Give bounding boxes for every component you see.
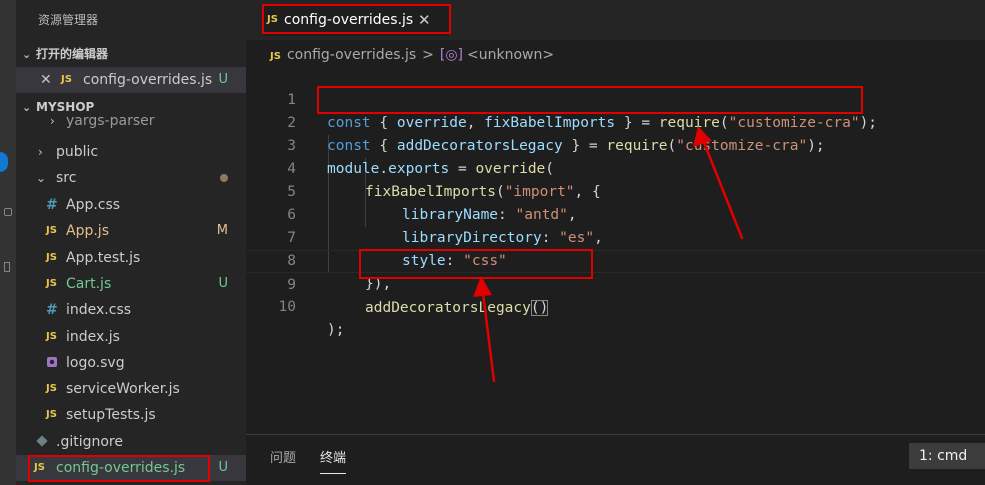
tab-terminal[interactable]: 终端	[320, 447, 347, 474]
js-file-icon: JS	[46, 278, 57, 289]
panel-icon[interactable]	[4, 262, 10, 272]
tree-item-setup-tests-js[interactable]: JS setupTests.js	[16, 402, 246, 428]
file-name: Cart.js	[66, 276, 112, 292]
file-name: logo.svg	[66, 355, 125, 371]
close-icon[interactable]: ✕	[40, 67, 52, 93]
status-badge: U	[218, 460, 228, 475]
file-name: serviceWorker.js	[66, 381, 180, 397]
status-badge: M	[216, 223, 228, 238]
file-name: App.js	[66, 223, 109, 239]
breadcrumb-symbol[interactable]: <unknown>	[467, 44, 554, 66]
file-name: App.test.js	[66, 250, 141, 266]
tree-item-app-js[interactable]: JS App.js M	[16, 218, 246, 244]
file-name: App.css	[66, 197, 121, 213]
tree-item-app-css[interactable]: # App.css	[16, 192, 246, 218]
breadcrumb-file[interactable]: config-overrides.js	[287, 44, 416, 66]
code-line: 3 module.exports = override(	[246, 112, 985, 177]
code-line: 4 fixBabelImports("import", {	[246, 135, 985, 200]
editor-area: JS config-overrides.js ✕ JS config-overri…	[246, 0, 985, 485]
tree-item-logo-svg[interactable]: logo.svg	[16, 350, 246, 376]
folder-name: src	[56, 170, 77, 186]
open-editor-config-overrides[interactable]: ✕ JS config-overrides.js U	[16, 67, 246, 93]
code-line: 7 style: "css"	[246, 204, 985, 269]
css-file-icon: #	[46, 302, 58, 318]
chevron-down-icon: ⌄	[36, 171, 47, 185]
bottom-panel: 问题 终端 1: cmd	[246, 434, 985, 485]
chevron-right-icon: ›	[38, 145, 43, 159]
tree-item-index-css[interactable]: # index.css	[16, 297, 246, 323]
terminal-select[interactable]: 1: cmd	[909, 443, 985, 469]
tree-item-app-test-js[interactable]: JS App.test.js	[16, 245, 246, 271]
line-number: 10	[278, 299, 296, 315]
line-text: );	[327, 322, 345, 338]
code-line: 5 libraryName: "antd",	[246, 158, 985, 223]
code-line: 6 libraryDirectory: "es",	[246, 181, 985, 246]
file-name: index.css	[66, 302, 132, 318]
annotation-box-import	[317, 86, 863, 114]
css-file-icon: #	[46, 197, 58, 213]
code-line: 10 );	[246, 273, 985, 338]
workspace-label: MYSHOP	[36, 100, 95, 114]
explorer-sidebar: 资源管理器 ⌄ 打开的编辑器 ✕ JS config-overrides.js U…	[16, 0, 246, 485]
status-badge: U	[218, 276, 228, 291]
tree-item-cart-js[interactable]: JS Cart.js U	[16, 271, 246, 297]
file-name: index.js	[66, 329, 120, 345]
breadcrumb: JS config-overrides.js > [◎] <unknown>	[270, 44, 554, 66]
file-name: config-overrides.js	[83, 72, 213, 88]
js-file-icon: JS	[61, 74, 72, 85]
tree-item-index-js[interactable]: JS index.js	[16, 324, 246, 350]
explorer-indicator[interactable]	[0, 152, 8, 172]
file-name: setupTests.js	[66, 407, 156, 423]
symbol-icon: [◎]	[439, 47, 464, 63]
js-file-icon: JS	[46, 383, 57, 394]
svg-file-icon	[46, 350, 58, 376]
annotation-box-call	[359, 249, 593, 279]
folder-name: yargs-parser	[66, 113, 155, 129]
status-badge: U	[218, 72, 228, 87]
tree-item-yargs-parser[interactable]: › yargs-parser	[16, 113, 246, 129]
code-line-current: 9 addDecoratorsLegacy()	[246, 250, 985, 316]
js-file-icon: JS	[270, 51, 281, 62]
annotation-box-tab	[262, 4, 451, 34]
chevron-down-icon: ⌄	[22, 48, 32, 61]
chevron-right-icon: ›	[50, 114, 55, 128]
tree-item-public[interactable]: › public	[16, 139, 246, 165]
activity-bar	[0, 0, 16, 485]
explorer-title: 资源管理器	[38, 13, 99, 27]
breadcrumb-separator: >	[422, 47, 434, 63]
open-editors-header[interactable]: ⌄ 打开的编辑器	[16, 43, 246, 65]
js-file-icon: JS	[46, 409, 57, 420]
code-line: 8 }),	[246, 227, 985, 292]
extension-icon[interactable]	[4, 208, 12, 216]
modified-dot	[220, 174, 228, 182]
file-name: .gitignore	[56, 434, 123, 450]
tree-item-service-worker-js[interactable]: JS serviceWorker.js	[16, 376, 246, 402]
open-editors-label: 打开的编辑器	[36, 47, 109, 61]
line-text: addDecoratorsLegacy()	[365, 300, 549, 316]
tab-problems[interactable]: 问题	[270, 447, 296, 466]
annotation-box-file	[28, 455, 210, 482]
js-file-icon: JS	[46, 252, 57, 263]
js-file-icon: JS	[46, 225, 57, 236]
js-file-icon: JS	[46, 331, 57, 342]
tree-item-gitignore[interactable]: .gitignore	[16, 429, 246, 455]
git-file-icon	[36, 429, 48, 455]
folder-name: public	[56, 144, 99, 160]
tree-item-src[interactable]: ⌄ src	[16, 165, 246, 191]
